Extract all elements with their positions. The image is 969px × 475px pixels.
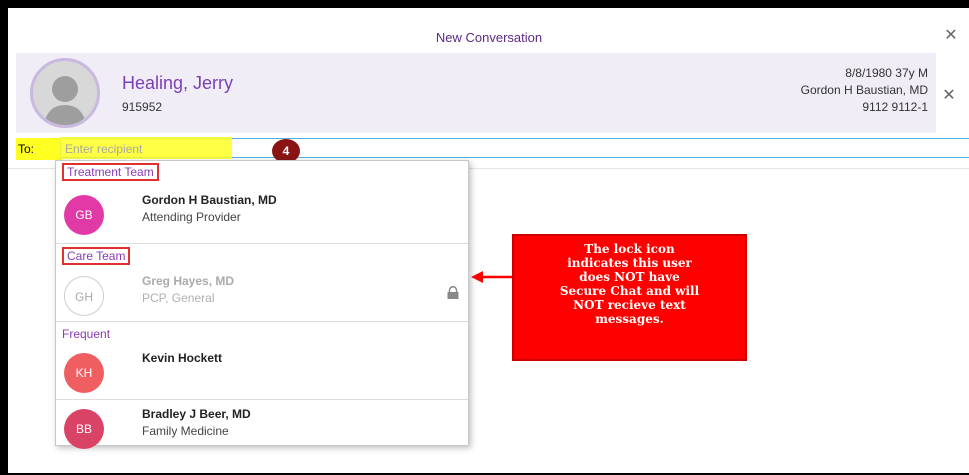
patient-name: Healing, Jerry — [122, 73, 234, 93]
to-label: To: — [16, 138, 62, 160]
person-silhouette-icon — [43, 76, 87, 125]
arrow-icon — [471, 271, 515, 283]
patient-mrn: 915952 — [122, 100, 163, 114]
callout-line: messages. — [595, 312, 664, 326]
close-icon: ✕ — [944, 27, 958, 44]
divider — [56, 321, 468, 322]
avatar: GH — [64, 276, 104, 316]
section-treatment-team: Treatment Team — [62, 163, 159, 181]
section-frequent: Frequent — [62, 327, 111, 341]
avatar — [30, 58, 100, 128]
patient-banner: Healing, Jerry 915952 8/8/1980 37y M Gor… — [16, 53, 936, 133]
recipient-placeholder: Enter recipient — [65, 142, 143, 156]
recipient-role: Attending Provider — [142, 210, 241, 224]
annotation-callout: The lock icon indicates this user does N… — [512, 234, 747, 361]
list-item[interactable]: GB Gordon H Baustian, MD Attending Provi… — [56, 185, 468, 241]
avatar: GB — [64, 195, 104, 235]
patient-dob-age-sex: 8/8/1980 37y M — [845, 66, 928, 80]
close-icon: ✕ — [942, 87, 956, 104]
callout-line: NOT recieve text — [573, 298, 686, 312]
patient-info: 8/8/1980 37y M Gordon H Baustian, MD 911… — [801, 65, 928, 116]
avatar: BB — [64, 409, 104, 449]
close-patient-button[interactable]: ✕ — [940, 88, 958, 106]
recipient-name: Kevin Hockett — [142, 351, 223, 365]
recipient-dropdown: Treatment Team GB Gordon H Baustian, MD … — [55, 160, 469, 449]
recipient-role: PCP, General — [142, 291, 215, 305]
divider — [56, 243, 468, 244]
patient-provider: Gordon H Baustian, MD — [800, 83, 928, 97]
new-conversation-window: New Conversation ✕ Healing, Jerry 915952… — [8, 8, 969, 473]
section-care-team: Care Team — [62, 247, 131, 265]
callout-line: does NOT have — [579, 270, 680, 284]
list-item[interactable]: GH Greg Hayes, MD PCP, General — [56, 266, 468, 322]
patient-id: 9112 9112-1 — [862, 100, 928, 114]
callout-line: indicates this user — [567, 256, 692, 270]
recipient-name: Gordon H Baustian, MD — [142, 193, 277, 207]
recipient-role: Family Medicine — [142, 424, 229, 438]
lock-icon — [447, 286, 459, 299]
recipient-name: Greg Hayes, MD — [142, 274, 235, 288]
recipient-row: To: Enter recipient — [16, 137, 969, 160]
callout-line: Secure Chat and will — [559, 284, 700, 298]
callout-line: The lock icon — [584, 242, 675, 256]
title-bar: New Conversation ✕ — [8, 8, 969, 52]
list-item[interactable]: BB Bradley J Beer, MD Family Medicine — [56, 399, 468, 455]
list-item[interactable]: KH Kevin Hockett — [56, 343, 468, 399]
window-title: New Conversation — [435, 30, 543, 45]
recipient-name: Bradley J Beer, MD — [142, 407, 251, 421]
avatar: KH — [64, 353, 104, 393]
close-window-button[interactable]: ✕ — [942, 28, 960, 46]
